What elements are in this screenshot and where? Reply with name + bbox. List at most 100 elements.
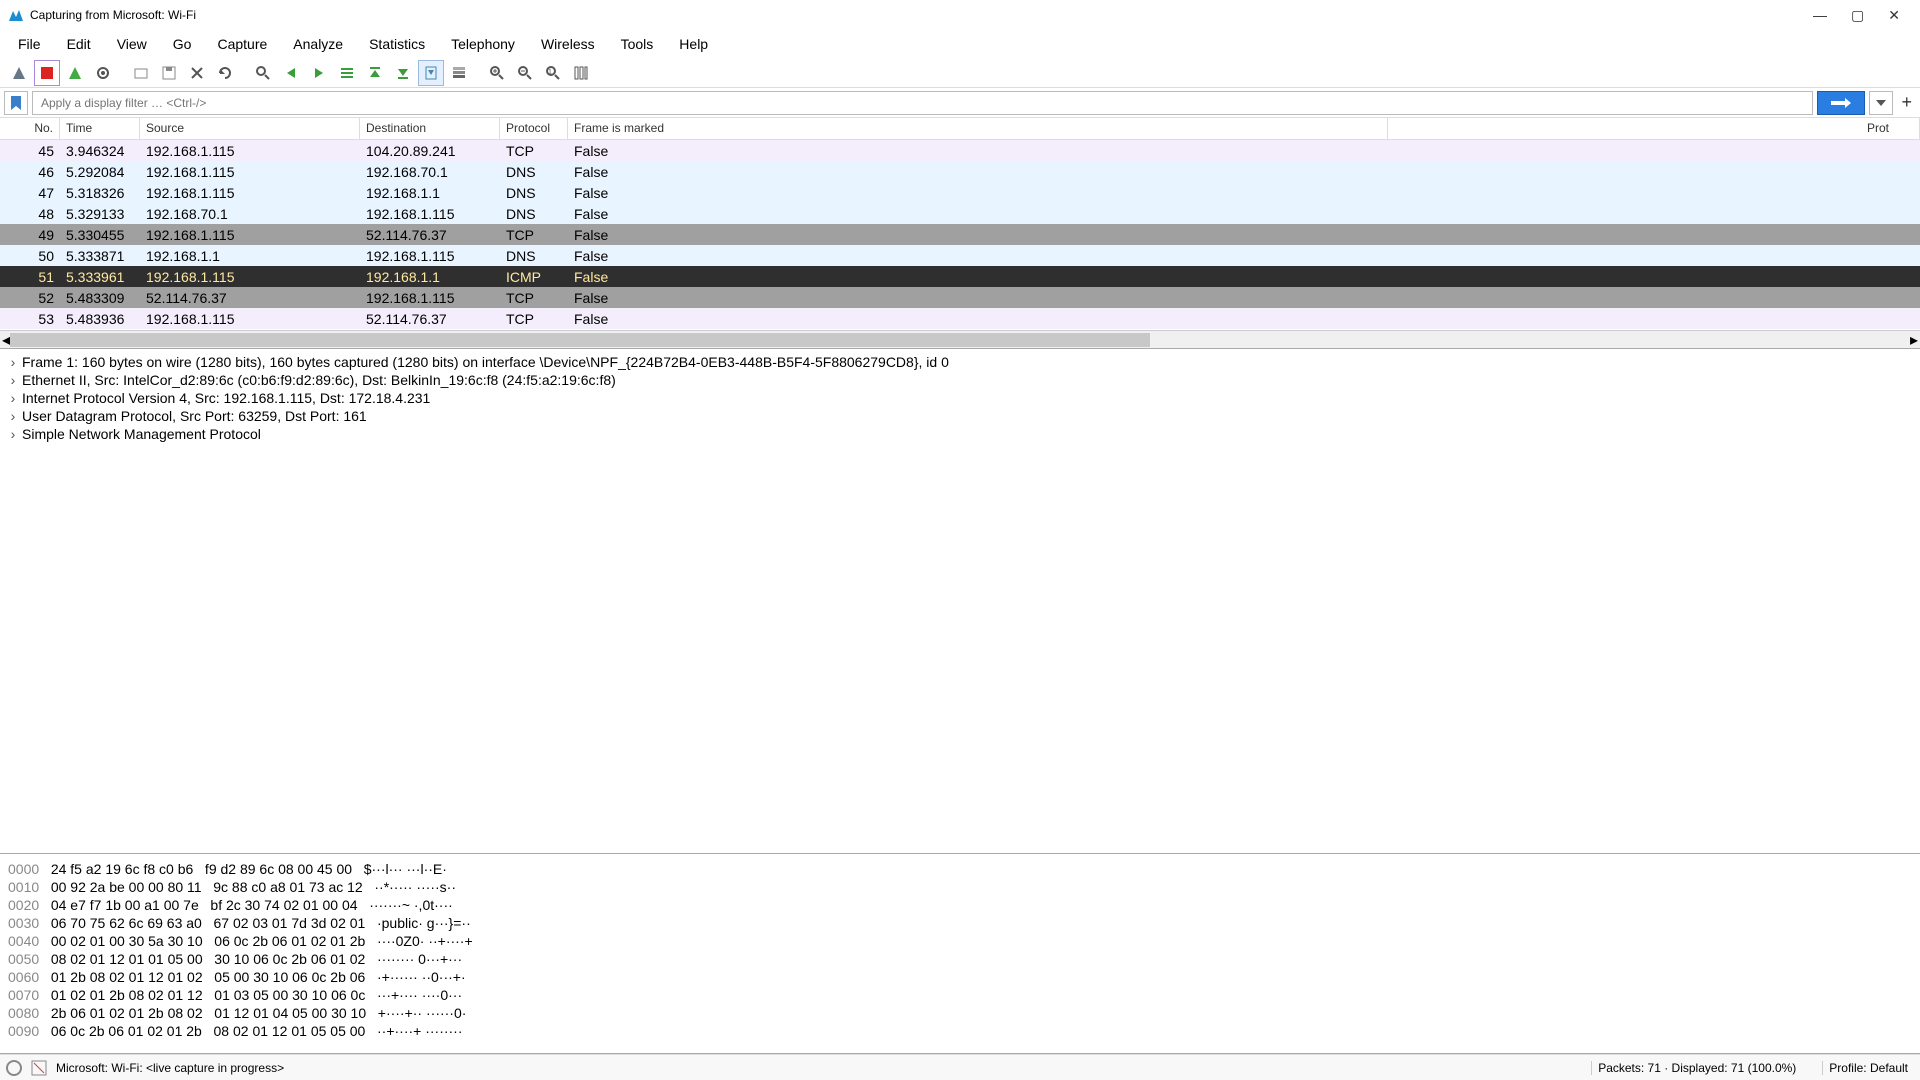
menu-capture[interactable]: Capture [205,32,279,56]
go-last-button[interactable] [390,60,416,86]
maximize-button[interactable]: ▢ [1851,7,1864,24]
zoom-out-icon [517,65,533,81]
save-button[interactable] [156,60,182,86]
detail-tree-item[interactable]: ›Simple Network Management Protocol [0,425,1920,443]
packet-bytes-pane[interactable]: 0000 24 f5 a2 19 6c f8 c0 b6 f9 d2 89 6c… [0,854,1920,1054]
start-capture-button[interactable] [6,60,32,86]
packet-list-body[interactable]: 453.946324192.168.1.115104.20.89.241TCPF… [0,140,1920,330]
reload-icon [217,65,233,81]
detail-tree-item[interactable]: ›Internet Protocol Version 4, Src: 192.1… [0,389,1920,407]
packet-row[interactable]: 465.292084192.168.1.115192.168.70.1DNSFa… [0,161,1920,182]
go-back-button[interactable] [278,60,304,86]
arrow-left-icon [283,65,299,81]
detail-tree-item[interactable]: ›Ethernet II, Src: IntelCor_d2:89:6c (c0… [0,371,1920,389]
expand-icon[interactable]: › [4,426,22,442]
packet-row[interactable]: 535.483936192.168.1.11552.114.76.37TCPFa… [0,308,1920,329]
menu-telephony[interactable]: Telephony [439,32,527,56]
capture-options-button[interactable] [90,60,116,86]
colorize-button[interactable] [446,60,472,86]
expand-icon[interactable]: › [4,408,22,424]
expand-icon[interactable]: › [4,372,22,388]
restart-fin-icon [67,65,83,81]
statusbar: Microsoft: Wi-Fi: <live capture in progr… [0,1054,1920,1080]
horizontal-scrollbar[interactable]: ◂ ▸ [0,330,1920,348]
arrow-down-bar-icon [395,65,411,81]
packet-row[interactable]: 453.946324192.168.1.115104.20.89.241TCPF… [0,140,1920,161]
col-no[interactable]: No. [0,118,60,139]
display-filter-input[interactable] [32,91,1813,115]
col-frame-marked[interactable]: Frame is marked [568,118,1388,139]
packet-row[interactable]: 485.329133192.168.70.1192.168.1.115DNSFa… [0,203,1920,224]
hex-line[interactable]: 0040 00 02 01 00 30 5a 30 10 06 0c 2b 06… [8,932,1912,950]
hex-line[interactable]: 0000 24 f5 a2 19 6c f8 c0 b6 f9 d2 89 6c… [8,860,1912,878]
gear-icon [95,65,111,81]
wireshark-icon [8,7,24,23]
stop-icon [40,66,54,80]
go-to-packet-button[interactable] [334,60,360,86]
hex-line[interactable]: 0020 04 e7 f7 1b 00 a1 00 7e bf 2c 30 74… [8,896,1912,914]
capture-file-properties-icon[interactable] [30,1059,48,1077]
detail-tree-item[interactable]: ›User Datagram Protocol, Src Port: 63259… [0,407,1920,425]
add-filter-button[interactable]: + [1897,92,1916,113]
stop-capture-button[interactable] [34,60,60,86]
expert-info-icon[interactable] [6,1060,22,1076]
zoom-out-button[interactable] [512,60,538,86]
expand-icon[interactable]: › [4,390,22,406]
packet-details-pane[interactable]: ›Frame 1: 160 bytes on wire (1280 bits),… [0,349,1920,854]
menu-file[interactable]: File [6,32,53,56]
reload-button[interactable] [212,60,238,86]
menu-analyze[interactable]: Analyze [281,32,355,56]
bookmark-icon [10,95,22,111]
hex-line[interactable]: 0090 06 0c 2b 06 01 02 01 2b 08 02 01 12… [8,1022,1912,1040]
zoom-in-icon [489,65,505,81]
hex-line[interactable]: 0050 08 02 01 12 01 01 05 00 30 10 06 0c… [8,950,1912,968]
find-button[interactable] [250,60,276,86]
col-protocol[interactable]: Protocol [500,118,568,139]
col-destination[interactable]: Destination [360,118,500,139]
minimize-button[interactable]: — [1813,7,1827,24]
menu-view[interactable]: View [105,32,159,56]
menu-tools[interactable]: Tools [609,32,666,56]
status-profile[interactable]: Profile: Default [1822,1061,1914,1075]
packet-row[interactable]: 495.330455192.168.1.11552.114.76.37TCPFa… [0,224,1920,245]
go-forward-button[interactable] [306,60,332,86]
scroll-left-icon[interactable]: ◂ [2,330,10,350]
menu-go[interactable]: Go [161,32,204,56]
close-button[interactable]: ✕ [1888,7,1900,24]
columns-icon [573,65,589,81]
menu-wireless[interactable]: Wireless [529,32,607,56]
packet-row[interactable]: 475.318326192.168.1.115192.168.1.1DNSFal… [0,182,1920,203]
col-tail[interactable]: Prot [1388,118,1920,139]
packet-row[interactable]: 525.48330952.114.76.37192.168.1.115TCPFa… [0,287,1920,308]
expand-icon[interactable]: › [4,354,22,370]
hex-line[interactable]: 0080 2b 06 01 02 01 2b 08 02 01 12 01 04… [8,1004,1912,1022]
menu-help[interactable]: Help [667,32,720,56]
hex-line[interactable]: 0070 01 02 01 2b 08 02 01 12 01 03 05 00… [8,986,1912,1004]
open-file-button[interactable] [128,60,154,86]
scroll-right-icon[interactable]: ▸ [1910,330,1918,350]
packet-list-header: No. Time Source Destination Protocol Fra… [0,118,1920,140]
col-time[interactable]: Time [60,118,140,139]
save-icon [161,65,177,81]
filter-expand-button[interactable] [1869,91,1893,115]
detail-tree-item[interactable]: ›Frame 1: 160 bytes on wire (1280 bits),… [0,353,1920,371]
filter-bookmark-button[interactable] [4,91,28,115]
close-file-button[interactable] [184,60,210,86]
autoscroll-button[interactable] [418,60,444,86]
go-first-button[interactable] [362,60,388,86]
packet-row[interactable]: 515.333961192.168.1.115192.168.1.1ICMPFa… [0,266,1920,287]
chevron-down-icon [1876,100,1886,106]
restart-capture-button[interactable] [62,60,88,86]
apply-filter-button[interactable] [1817,91,1865,115]
menu-edit[interactable]: Edit [55,32,103,56]
hex-line[interactable]: 0010 00 92 2a be 00 00 80 11 9c 88 c0 a8… [8,878,1912,896]
zoom-reset-button[interactable]: 1 [540,60,566,86]
zoom-in-button[interactable] [484,60,510,86]
menu-statistics[interactable]: Statistics [357,32,437,56]
hex-line[interactable]: 0030 06 70 75 62 6c 69 63 a0 67 02 03 01… [8,914,1912,932]
col-source[interactable]: Source [140,118,360,139]
resize-columns-button[interactable] [568,60,594,86]
zoom-reset-icon: 1 [545,65,561,81]
hex-line[interactable]: 0060 01 2b 08 02 01 12 01 02 05 00 30 10… [8,968,1912,986]
packet-row[interactable]: 505.333871192.168.1.1192.168.1.115DNSFal… [0,245,1920,266]
